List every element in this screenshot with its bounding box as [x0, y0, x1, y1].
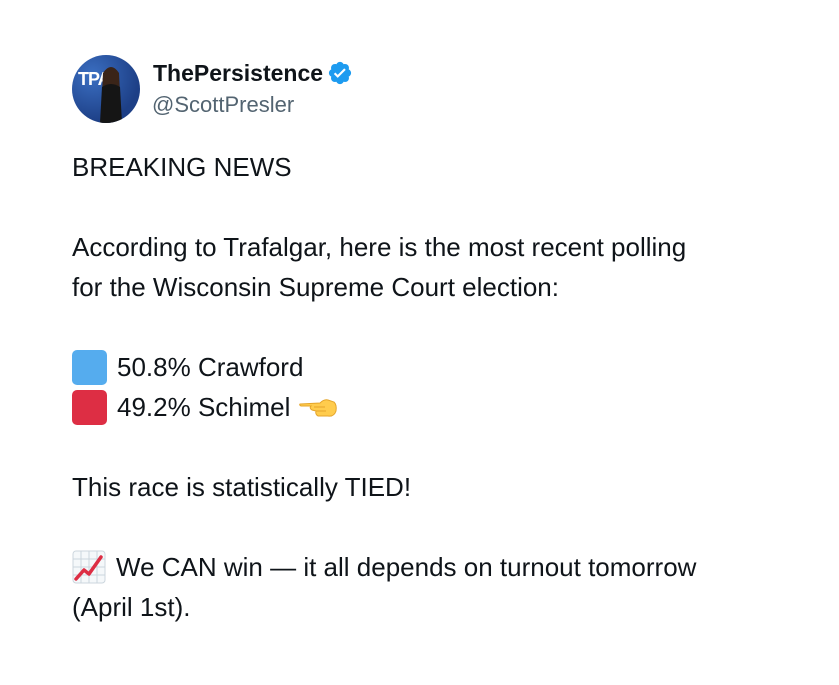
- intro-line-2: for the Wisconsin Supreme Court election…: [72, 272, 559, 302]
- cta-line-2: (April 1st).: [72, 592, 191, 622]
- avatar[interactable]: TPA: [72, 55, 140, 123]
- cta-text-1: We CAN win — it all depends on turnout t…: [116, 552, 697, 582]
- author-name-row[interactable]: ThePersistence: [153, 58, 353, 88]
- tweet-body: BREAKING NEWS According to Trafalgar, he…: [72, 147, 812, 627]
- verified-badge-icon: [328, 61, 352, 85]
- intro-line-1: According to Trafalgar, here is the most…: [72, 232, 687, 262]
- headline: BREAKING NEWS: [72, 152, 292, 182]
- author-display-name[interactable]: ThePersistence: [153, 60, 323, 87]
- chart-increasing-icon: [72, 550, 106, 584]
- poll-text-schimel: 49.2% Schimel: [117, 392, 291, 422]
- poll-row-schimel: 49.2% Schimel: [72, 387, 812, 427]
- red-square-icon: [72, 389, 107, 425]
- pointing-left-hand-icon: [299, 399, 338, 417]
- poll-text-crawford: 50.8% Crawford: [117, 352, 304, 382]
- blue-square-icon: [72, 349, 107, 385]
- poll-row-crawford: 50.8% Crawford: [72, 347, 812, 387]
- author-handle[interactable]: @ScottPresler: [152, 92, 294, 118]
- tied-line: This race is statistically TIED!: [72, 472, 412, 502]
- tweet-card: TPA ThePersistence @ScottPresler BREAKIN…: [0, 0, 839, 685]
- cta-line-1: We CAN win — it all depends on turnout t…: [72, 547, 812, 587]
- person-silhouette-icon: [100, 67, 122, 123]
